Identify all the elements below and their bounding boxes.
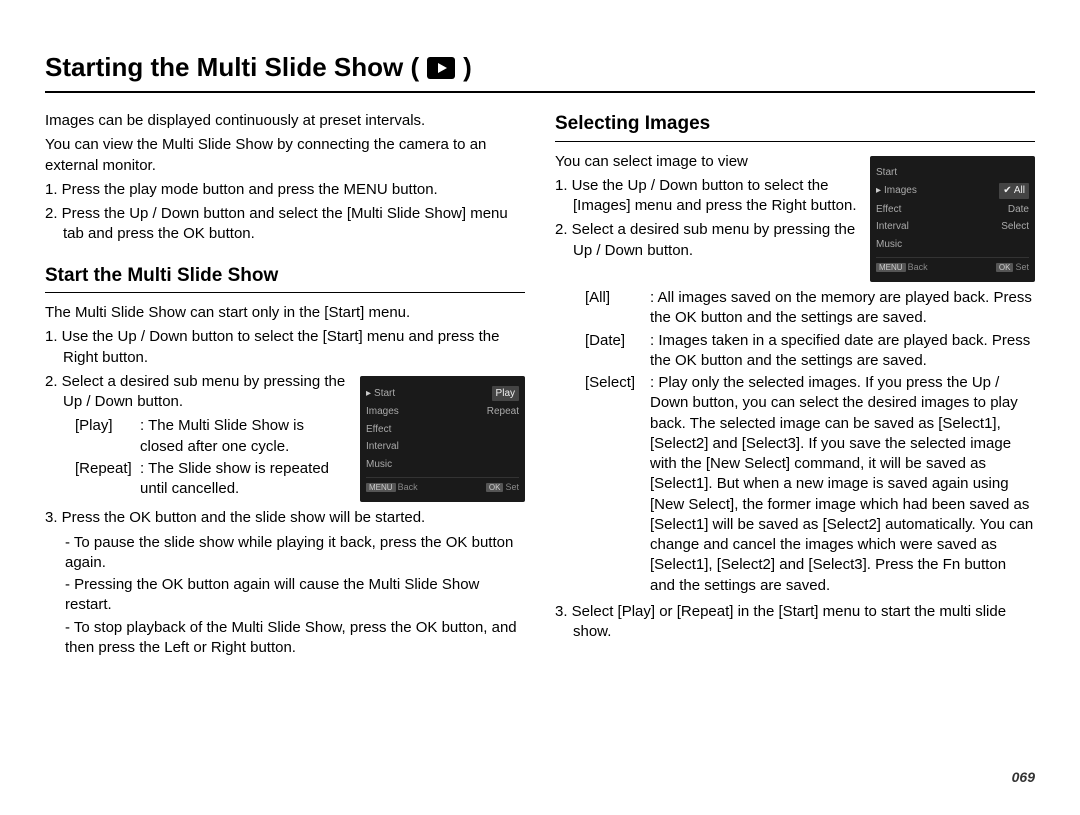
lcd2-menu-music: Music — [876, 238, 902, 252]
start-step-3-b2: - Pressing the OK button again will caus… — [45, 575, 525, 616]
title-text-prefix: Starting the Multi Slide Show ( — [45, 50, 419, 85]
start-step-3: 3. Press the OK button and the slide sho… — [63, 508, 525, 528]
content-columns: Images can be displayed continuously at … — [45, 111, 1035, 660]
start-step-3-b3: - To stop playback of the Multi Slide Sh… — [45, 618, 525, 659]
def-select-key: [Select] — [585, 373, 650, 596]
selecting-step-3: 3. Select [Play] or [Repeat] in the [Sta… — [573, 602, 1035, 643]
lcd-back-label: Back — [398, 482, 418, 492]
lcd2-back-btn: MENU — [876, 263, 906, 272]
right-column: Selecting Images Start Images ✔ All Effe… — [555, 111, 1035, 660]
def-select-val: : Play only the selected images. If you … — [650, 373, 1035, 596]
def-select: [Select] : Play only the selected images… — [555, 373, 1035, 596]
lcd2-menu-start: Start — [876, 166, 897, 180]
lcd2-menu-interval: Interval — [876, 220, 909, 234]
def-all-key: [All] — [585, 288, 650, 329]
lcd-back-btn: MENU — [366, 483, 396, 492]
lcd2-sub-date: Date — [1008, 203, 1029, 217]
def-all-val: : All images saved on the memory are pla… — [650, 288, 1035, 329]
intro-line-1: Images can be displayed continuously at … — [45, 111, 525, 131]
subheading-start: Start the Multi Slide Show — [45, 263, 525, 294]
lcd-menu-start: Start — [366, 387, 395, 401]
page-title: Starting the Multi Slide Show ( ) — [45, 50, 1035, 93]
lcd-menu-interval: Interval — [366, 440, 399, 454]
start-steps-3: 3. Press the OK button and the slide sho… — [45, 508, 525, 528]
def-play: [Play] : The Multi Slide Show is closed … — [45, 416, 350, 457]
def-repeat-key: [Repeat] — [75, 459, 140, 500]
lcd2-sub-all: All — [1014, 185, 1025, 196]
lcd2-menu-images: Images — [876, 184, 917, 198]
start-step-1: 1. Use the Up / Down button to select th… — [63, 327, 525, 368]
start-step-3-b1: - To pause the slide show while playing … — [45, 533, 525, 574]
lcd-screenshot-start: Start Play Images Repeat Effect Interval… — [360, 376, 525, 502]
lcd2-sub-select: Select — [1001, 220, 1029, 234]
def-date-key: [Date] — [585, 331, 650, 372]
lcd-menu-images: Images — [366, 405, 399, 419]
def-repeat: [Repeat] : The Slide show is repeated un… — [45, 459, 350, 500]
def-play-key: [Play] — [75, 416, 140, 457]
def-repeat-val: : The Slide show is repeated until cance… — [140, 459, 350, 500]
def-all: [All] : All images saved on the memory a… — [555, 288, 1035, 329]
start-steps: 1. Use the Up / Down button to select th… — [45, 327, 525, 368]
lcd-screenshot-images: Start Images ✔ All Effect Date Interval … — [870, 156, 1035, 282]
lcd-sub-play: Play — [492, 386, 519, 402]
def-play-val: : The Multi Slide Show is closed after o… — [140, 416, 350, 457]
lcd-sub-repeat: Repeat — [487, 405, 519, 419]
lcd2-menu-effect: Effect — [876, 203, 901, 217]
lcd-set-btn: OK — [486, 483, 504, 492]
intro-steps: 1. Press the play mode button and press … — [45, 180, 525, 245]
lcd-menu-music: Music — [366, 458, 392, 472]
intro-step-2: 2. Press the Up / Down button and select… — [63, 204, 525, 245]
lcd2-back-label: Back — [908, 262, 928, 272]
check-icon: ✔ — [1003, 185, 1011, 196]
intro-step-1: 1. Press the play mode button and press … — [63, 180, 525, 200]
lcd2-set-btn: OK — [996, 263, 1014, 272]
title-text-suffix: ) — [463, 50, 472, 85]
play-mode-icon — [427, 57, 455, 79]
lcd2-set-label: Set — [1015, 262, 1029, 272]
lcd-menu-effect: Effect — [366, 423, 391, 437]
lcd-set-label: Set — [505, 482, 519, 492]
start-desc: The Multi Slide Show can start only in t… — [45, 303, 525, 323]
subheading-selecting: Selecting Images — [555, 111, 1035, 142]
intro-line-2: You can view the Multi Slide Show by con… — [45, 135, 525, 176]
left-column: Images can be displayed continuously at … — [45, 111, 525, 660]
def-date-val: : Images taken in a specified date are p… — [650, 331, 1035, 372]
page-number: 069 — [1012, 768, 1035, 787]
def-date: [Date] : Images taken in a specified dat… — [555, 331, 1035, 372]
selecting-steps-3: 3. Select [Play] or [Repeat] in the [Sta… — [555, 602, 1035, 643]
